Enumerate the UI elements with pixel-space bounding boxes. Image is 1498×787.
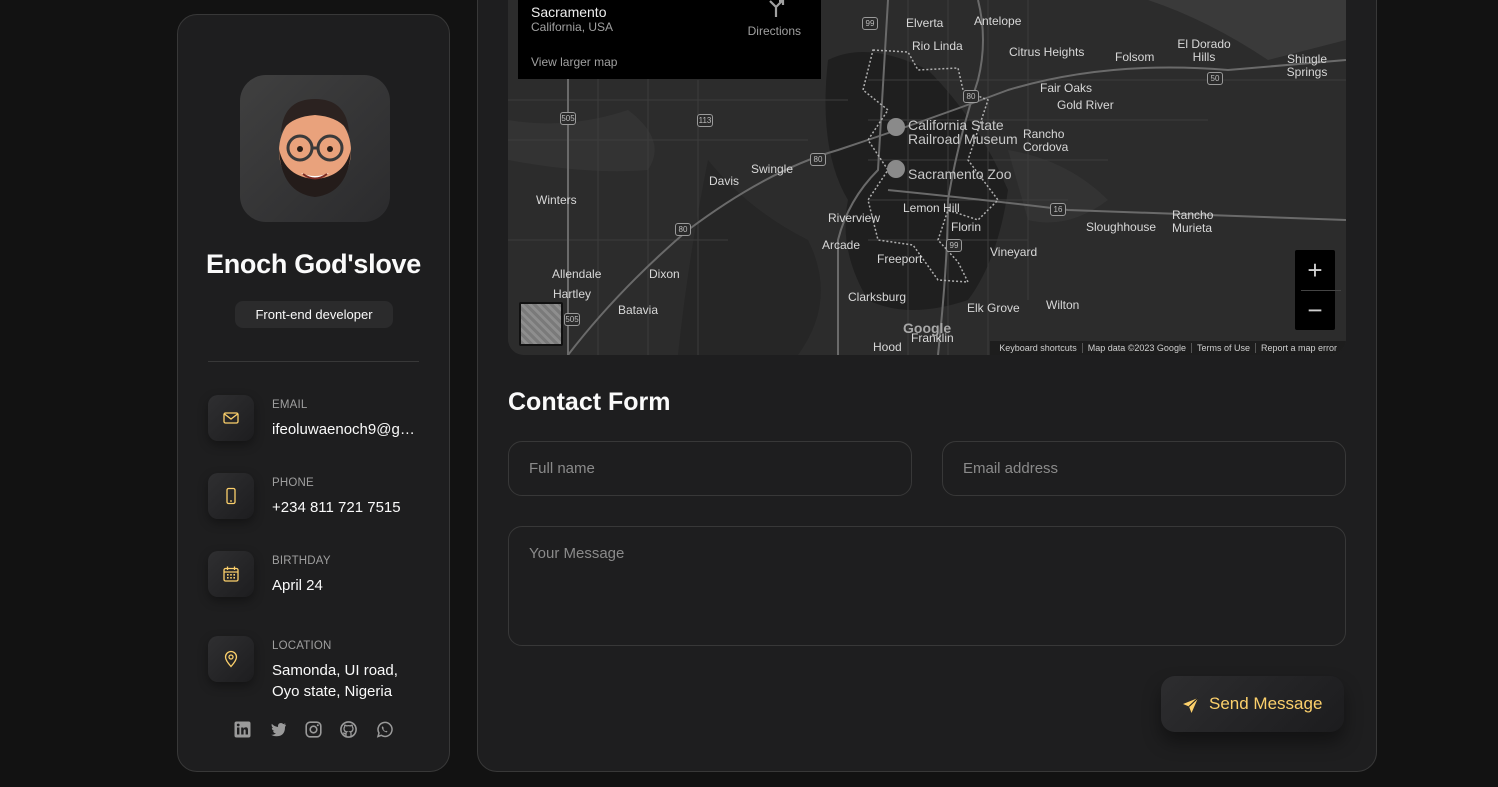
linkedin-icon[interactable] <box>234 721 251 738</box>
twitter-icon[interactable] <box>270 721 287 738</box>
map-place-label: Sloughhouse <box>1086 220 1157 234</box>
report-map-error-link[interactable]: Report a map error <box>1256 343 1342 353</box>
instagram-icon[interactable] <box>305 721 322 738</box>
route-shield: 16 <box>1050 203 1066 216</box>
location-pin-icon <box>208 636 254 682</box>
directions-button[interactable]: Directions <box>747 0 801 38</box>
map-place-label: Shingle Springs <box>1286 52 1328 79</box>
route-shield: 99 <box>862 17 878 30</box>
location-label: LOCATION <box>272 640 332 652</box>
directions-icon <box>768 0 784 17</box>
directions-label: Directions <box>747 24 801 38</box>
fullname-input[interactable] <box>508 441 912 496</box>
map-place-label: Wilton <box>1046 298 1080 312</box>
route-shield: 80 <box>810 153 826 166</box>
map-place-label: Winters <box>536 193 577 207</box>
map-poi-label: California State Railroad Museum <box>908 117 1018 147</box>
divider <box>208 361 419 362</box>
map-data-credit: Map data ©2023 Google <box>1082 343 1192 353</box>
location-value: Samonda, UI road, Oyo state, Nigeria <box>272 662 398 700</box>
phone-label: PHONE <box>272 477 314 489</box>
route-shield: 505 <box>564 313 580 326</box>
email-link[interactable]: ifeoluwaenoch9@gmail.com <box>272 419 417 440</box>
map-footer: Keyboard shortcuts Map data ©2023 Google T… <box>990 341 1346 355</box>
map-place-label: Riverview <box>828 211 881 225</box>
zoom-out-button[interactable]: − <box>1295 290 1335 330</box>
map-place-label: Vineyard <box>990 245 1038 259</box>
paper-plane-icon <box>1183 697 1199 713</box>
zoo-pin-icon[interactable] <box>887 160 905 178</box>
send-message-button[interactable]: Send Message <box>1161 676 1344 732</box>
map-place-label: Hood <box>873 340 902 354</box>
zoom-in-button[interactable]: + <box>1295 250 1335 290</box>
map-place-label: Hartley <box>553 287 592 301</box>
map-place-label: Freeport <box>877 252 923 266</box>
map-place-label: Florin <box>951 220 982 234</box>
map-place-label: Swingle <box>751 162 794 176</box>
map-place-label: Lemon Hill <box>903 201 960 215</box>
map-place-label: Citrus Heights <box>1009 45 1085 59</box>
map-place-label: Rancho Cordova <box>1023 127 1069 154</box>
mail-icon <box>208 395 254 441</box>
profile-sidebar: Enoch God'slove Front-end developer EMAI… <box>177 14 450 772</box>
route-shield: 505 <box>560 112 576 125</box>
map-place-label: Rio Linda <box>912 39 963 53</box>
map-poi-label: Sacramento Zoo <box>908 166 1012 182</box>
map-place-label: Dixon <box>649 267 680 281</box>
map-place-label: Folsom <box>1115 50 1155 64</box>
map-place-label: Fair Oaks <box>1040 81 1093 95</box>
route-shield: 113 <box>697 114 713 127</box>
map-place-label: Davis <box>709 174 740 188</box>
social-links <box>178 721 449 743</box>
email-input[interactable] <box>942 441 1346 496</box>
profile-title-badge: Front-end developer <box>235 301 393 328</box>
terms-of-use-link[interactable]: Terms of Use <box>1191 343 1256 353</box>
google-logo: Google <box>903 320 952 336</box>
map-place-label: El Dorado Hills <box>1177 37 1231 64</box>
avatar <box>240 75 390 222</box>
send-message-label: Send Message <box>1209 694 1323 713</box>
map-place-label: Batavia <box>618 303 659 317</box>
map-place-label: Clarksburg <box>848 290 907 304</box>
map-place-label: Rancho Murieta <box>1172 208 1214 235</box>
map-place-label: Allendale <box>552 267 602 281</box>
map-place-label: Gold River <box>1057 98 1114 112</box>
birthday-label: BIRTHDAY <box>272 555 331 567</box>
email-label: EMAIL <box>272 399 308 411</box>
view-larger-map-link[interactable]: View larger map <box>531 55 617 69</box>
memoji-avatar-icon <box>279 99 351 197</box>
calendar-icon <box>208 551 254 597</box>
keyboard-shortcuts-link[interactable]: Keyboard shortcuts <box>994 343 1083 353</box>
map-place-card: Sacramento California, USA View larger m… <box>518 0 821 79</box>
map-place-label: Elverta <box>906 16 944 30</box>
satellite-layer-toggle[interactable] <box>519 302 563 346</box>
map-embed[interactable]: Sacramento California, USA View larger m… <box>508 0 1346 355</box>
message-textarea[interactable] <box>508 526 1346 646</box>
route-shield: 50 <box>1207 72 1223 85</box>
birthday-value: April 24 <box>272 577 323 594</box>
github-icon[interactable] <box>340 721 358 738</box>
map-place-subtitle: California, USA <box>531 20 614 34</box>
route-shield: 99 <box>946 239 962 252</box>
phone-icon <box>208 473 254 519</box>
map-place-title: Sacramento <box>531 4 607 20</box>
profile-name: Enoch God'slove <box>206 249 421 279</box>
map-zoom-controls: + − <box>1295 250 1341 330</box>
map-place-label: Elk Grove <box>967 301 1020 315</box>
route-shield: 80 <box>963 90 979 103</box>
whatsapp-icon[interactable] <box>376 721 393 738</box>
route-shield: 80 <box>675 223 691 236</box>
contact-form-title: Contact Form <box>508 388 671 416</box>
phone-link[interactable]: +234 811 721 7515 <box>272 497 417 518</box>
map-place-label: Antelope <box>974 14 1022 28</box>
museum-pin-icon[interactable] <box>887 118 905 136</box>
map-place-label: Arcade <box>822 238 861 252</box>
